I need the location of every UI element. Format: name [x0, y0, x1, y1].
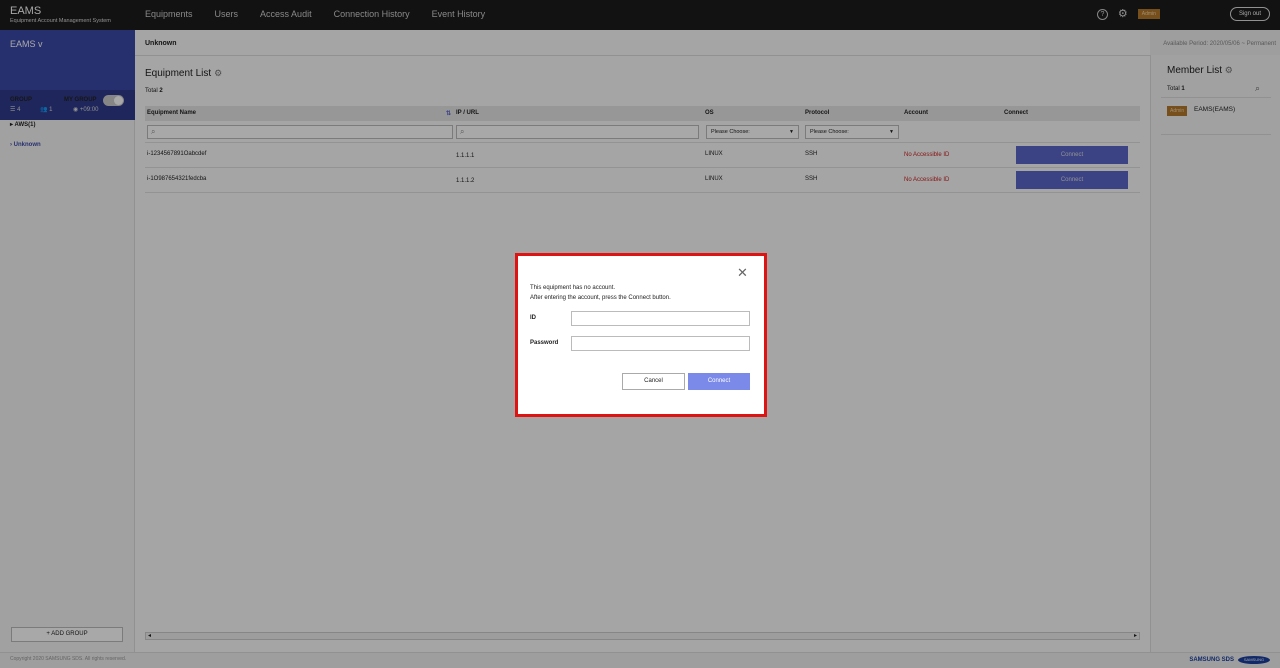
- close-icon[interactable]: ✕: [737, 266, 748, 279]
- modal-message-line1: This equipment has no account.: [530, 285, 616, 291]
- password-label: Password: [530, 340, 559, 346]
- id-label: ID: [530, 315, 536, 321]
- cancel-button[interactable]: Cancel: [622, 373, 685, 390]
- id-input[interactable]: [571, 311, 750, 326]
- modal-message-line2: After entering the account, press the Co…: [530, 295, 671, 301]
- no-account-modal: ✕ This equipment has no account. After e…: [515, 253, 767, 417]
- modal-message: This equipment has no account. After ent…: [530, 283, 671, 303]
- connect-button[interactable]: Connect: [688, 373, 750, 390]
- password-input[interactable]: [571, 336, 750, 351]
